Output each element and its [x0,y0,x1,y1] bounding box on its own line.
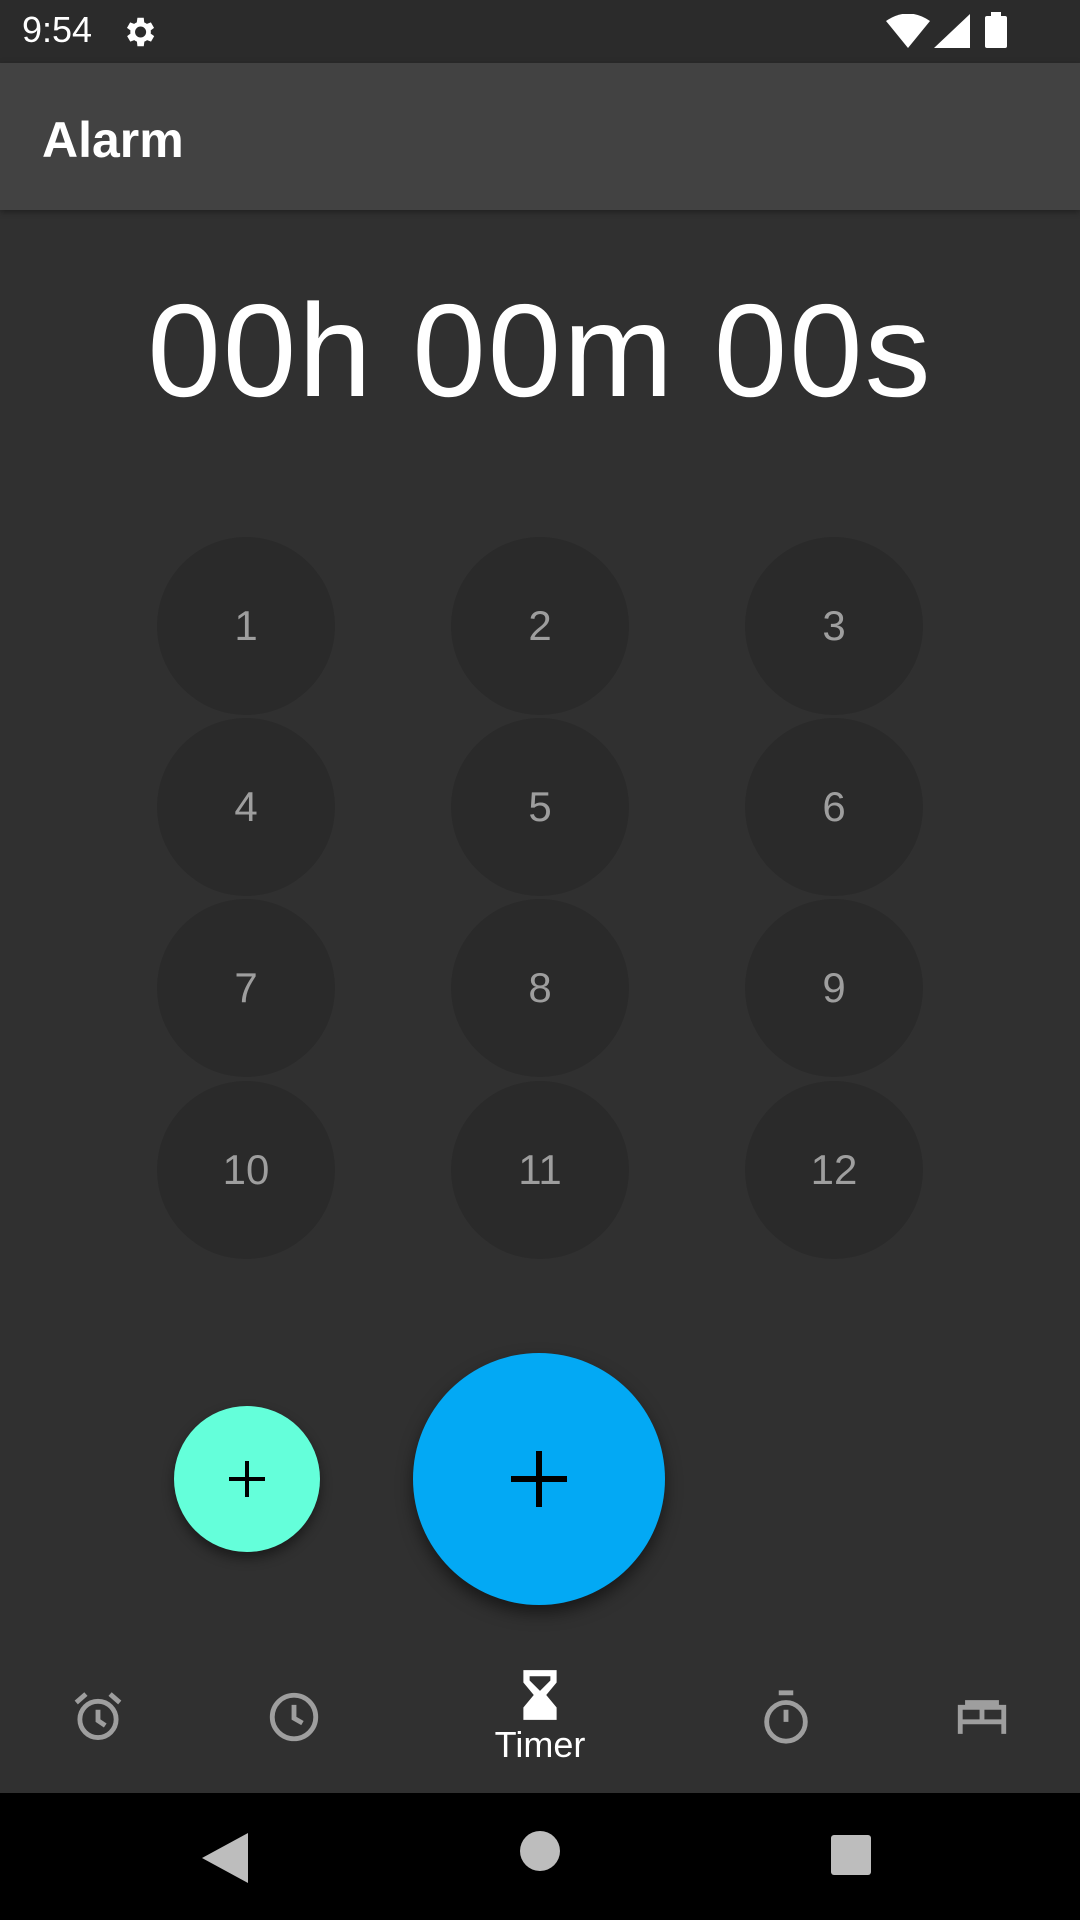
key-11[interactable]: 11 [451,1081,629,1259]
key-1[interactable]: 1 [157,537,335,715]
nav-stopwatch[interactable] [738,1640,834,1793]
status-bar: 9:54 [0,0,1080,63]
timer-display: 00h 00m 00s [147,277,933,424]
add-small-fab-button[interactable] [174,1406,320,1552]
bottom-navigation: Timer [0,1640,1080,1793]
key-5[interactable]: 5 [451,718,629,896]
wifi-icon [886,14,930,48]
key-9[interactable]: 9 [745,899,923,1077]
clock-icon [269,1692,319,1741]
nav-clock[interactable] [246,1640,342,1793]
stopwatch-icon [764,1689,808,1744]
nav-bedtime[interactable] [934,1640,1030,1793]
nav-timer[interactable]: Timer [470,1640,610,1793]
status-time: 9:54 [22,9,93,50]
app-bar: Alarm [0,63,1080,210]
key-6[interactable]: 6 [745,718,923,896]
plus-icon [229,1461,265,1497]
key-8[interactable]: 8 [451,899,629,1077]
home-icon[interactable] [520,1831,560,1871]
key-3[interactable]: 3 [745,537,923,715]
recents-icon[interactable] [831,1835,871,1875]
key-12[interactable]: 12 [745,1081,923,1259]
gear-icon [126,17,155,47]
bed-icon [957,1699,1007,1734]
signal-icon [934,14,970,48]
nav-timer-label: Timer [494,1723,586,1765]
plus-icon [511,1451,567,1507]
nav-alarm[interactable] [50,1640,146,1793]
app-title: Alarm [42,112,184,168]
add-timer-fab-button[interactable] [413,1353,665,1605]
key-7[interactable]: 7 [157,899,335,1077]
back-icon[interactable] [202,1833,248,1883]
key-2[interactable]: 2 [451,537,629,715]
key-10[interactable]: 10 [157,1081,335,1259]
alarm-icon [74,1691,122,1740]
key-4[interactable]: 4 [157,718,335,896]
battery-icon [985,12,1007,48]
system-navigation-bar [0,1793,1080,1920]
hourglass-icon [523,1669,557,1720]
